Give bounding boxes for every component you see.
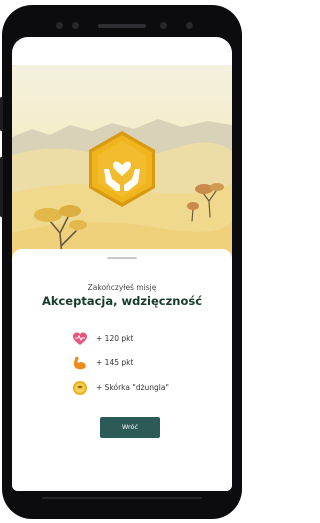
phone-top-bar — [14, 19, 230, 33]
sheet-handle[interactable] — [107, 257, 137, 259]
heart-icon — [73, 332, 87, 345]
phone-bottom-edge — [42, 497, 202, 499]
speaker-grille — [98, 24, 146, 28]
sensor-icon — [160, 22, 167, 29]
reward-text: + 120 pkt — [96, 334, 134, 343]
completed-label: Zakończyłeś misję — [87, 283, 157, 292]
mission-title: Akceptacja, wdzięczność — [41, 294, 203, 308]
phone-frame: Zakończyłeś misję Akceptacja, wdzięcznoś… — [0, 5, 242, 519]
reward-text: + 145 pkt — [96, 358, 134, 367]
reward-text: + Skórka "dżungla" — [96, 383, 169, 392]
back-button[interactable]: Wróć — [100, 417, 160, 438]
front-camera-icon — [186, 22, 193, 29]
sensor-icon — [72, 22, 79, 29]
muscle-icon — [74, 356, 86, 370]
app-screen: Zakończyłeś misję Akceptacja, wdzięcznoś… — [12, 37, 232, 491]
skin-icon — [73, 381, 87, 395]
sensor-icon — [56, 22, 63, 29]
mission-summary-card: Zakończyłeś misję Akceptacja, wdzięcznoś… — [12, 249, 232, 491]
bixby-button — [0, 157, 3, 217]
volume-button — [0, 97, 3, 131]
